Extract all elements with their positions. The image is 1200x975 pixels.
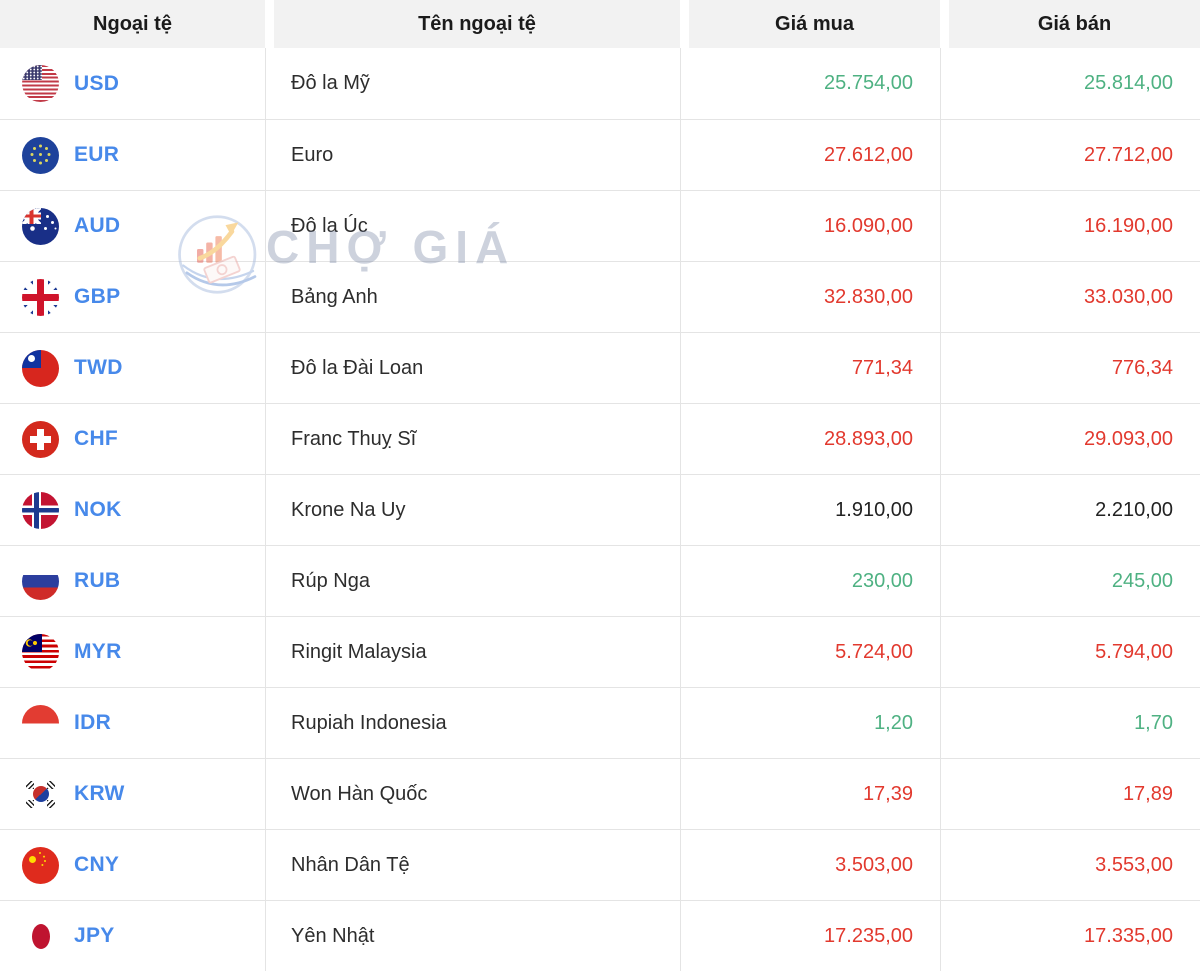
buy-price: 17.235,00: [680, 900, 940, 971]
currency-code-cell: AUD: [0, 190, 265, 261]
sell-price: 33.030,00: [940, 261, 1200, 332]
buy-price: 27.612,00: [680, 119, 940, 190]
rub-flag-icon: [22, 562, 59, 600]
aud-flag-icon: [22, 207, 59, 245]
currency-name: Nhân Dân Tệ: [265, 829, 680, 900]
rate-rows: USD Đô la Mỹ 25.754,00 25.814,00 EUR Eur…: [0, 48, 1200, 971]
currency-code-link[interactable]: KRW: [74, 782, 125, 806]
currency-name: Franc Thuỵ Sĩ: [265, 403, 680, 474]
currency-code-link[interactable]: GBP: [74, 285, 120, 309]
twd-flag-icon: [22, 349, 59, 387]
sell-price: 16.190,00: [940, 190, 1200, 261]
currency-code-link[interactable]: CHF: [74, 427, 118, 451]
currency-code-link[interactable]: JPY: [74, 924, 115, 948]
currency-code-link[interactable]: IDR: [74, 711, 111, 735]
currency-name: Ringit Malaysia: [265, 616, 680, 687]
currency-code-link[interactable]: RUB: [74, 569, 120, 593]
buy-price: 28.893,00: [680, 403, 940, 474]
table-row: USD Đô la Mỹ 25.754,00 25.814,00: [0, 48, 1200, 119]
table-row: KRW Won Hàn Quốc 17,39 17,89: [0, 758, 1200, 829]
table-row: NOK Krone Na Uy 1.910,00 2.210,00: [0, 474, 1200, 545]
table-row: CNY Nhân Dân Tệ 3.503,00 3.553,00: [0, 829, 1200, 900]
col-header-buy-price: Giá mua: [680, 0, 940, 48]
currency-name: Rúp Nga: [265, 545, 680, 616]
buy-price: 3.503,00: [680, 829, 940, 900]
currency-code-cell: USD: [0, 48, 265, 119]
currency-name: Bảng Anh: [265, 261, 680, 332]
sell-price: 17,89: [940, 758, 1200, 829]
table-row: GBP Bảng Anh 32.830,00 33.030,00: [0, 261, 1200, 332]
table-row: CHF Franc Thuỵ Sĩ 28.893,00 29.093,00: [0, 403, 1200, 474]
exchange-rate-table: Ngoại tệ Tên ngoại tệ Giá mua Giá bán US…: [0, 0, 1200, 971]
currency-code-cell: CHF: [0, 403, 265, 474]
currency-name: Đô la Đài Loan: [265, 332, 680, 403]
currency-code-cell: GBP: [0, 261, 265, 332]
buy-price: 1,20: [680, 687, 940, 758]
buy-price: 5.724,00: [680, 616, 940, 687]
table-row: IDR Rupiah Indonesia 1,20 1,70: [0, 687, 1200, 758]
chf-flag-icon: [22, 420, 59, 458]
sell-price: 5.794,00: [940, 616, 1200, 687]
currency-code-link[interactable]: USD: [74, 72, 119, 96]
col-header-currency: Ngoại tệ: [0, 0, 265, 48]
sell-price: 27.712,00: [940, 119, 1200, 190]
sell-price: 245,00: [940, 545, 1200, 616]
currency-name: Đô la Úc: [265, 190, 680, 261]
currency-code-link[interactable]: TWD: [74, 356, 123, 380]
currency-name: Euro: [265, 119, 680, 190]
currency-code-cell: CNY: [0, 829, 265, 900]
krw-flag-icon: [22, 775, 59, 813]
col-header-sell-price: Giá bán: [940, 0, 1200, 48]
buy-price: 771,34: [680, 332, 940, 403]
cny-flag-icon: [22, 846, 59, 884]
currency-name: Krone Na Uy: [265, 474, 680, 545]
buy-price: 32.830,00: [680, 261, 940, 332]
buy-price: 17,39: [680, 758, 940, 829]
currency-code-cell: MYR: [0, 616, 265, 687]
col-header-currency-name: Tên ngoại tệ: [265, 0, 680, 48]
table-row: MYR Ringit Malaysia 5.724,00 5.794,00: [0, 616, 1200, 687]
buy-price: 25.754,00: [680, 48, 940, 119]
sell-price: 17.335,00: [940, 900, 1200, 971]
gbp-flag-icon: [22, 278, 59, 316]
currency-code-link[interactable]: EUR: [74, 143, 119, 167]
sell-price: 25.814,00: [940, 48, 1200, 119]
nok-flag-icon: [22, 491, 59, 529]
currency-code-link[interactable]: MYR: [74, 640, 122, 664]
buy-price: 1.910,00: [680, 474, 940, 545]
currency-code-cell: JPY: [0, 900, 265, 971]
currency-code-link[interactable]: AUD: [74, 214, 120, 238]
buy-price: 230,00: [680, 545, 940, 616]
currency-name: Rupiah Indonesia: [265, 687, 680, 758]
jpy-flag-icon: [22, 917, 59, 955]
currency-code-cell: TWD: [0, 332, 265, 403]
currency-name: Yên Nhật: [265, 900, 680, 971]
table-row: JPY Yên Nhật 17.235,00 17.335,00: [0, 900, 1200, 971]
table-header-row: Ngoại tệ Tên ngoại tệ Giá mua Giá bán: [0, 0, 1200, 48]
currency-name: Won Hàn Quốc: [265, 758, 680, 829]
currency-code-cell: EUR: [0, 119, 265, 190]
sell-price: 1,70: [940, 687, 1200, 758]
table-row: EUR Euro 27.612,00 27.712,00: [0, 119, 1200, 190]
buy-price: 16.090,00: [680, 190, 940, 261]
sell-price: 29.093,00: [940, 403, 1200, 474]
sell-price: 3.553,00: [940, 829, 1200, 900]
currency-code-cell: IDR: [0, 687, 265, 758]
currency-code-cell: NOK: [0, 474, 265, 545]
table-row: TWD Đô la Đài Loan 771,34 776,34: [0, 332, 1200, 403]
currency-code-cell: RUB: [0, 545, 265, 616]
table-row: RUB Rúp Nga 230,00 245,00: [0, 545, 1200, 616]
sell-price: 776,34: [940, 332, 1200, 403]
currency-name: Đô la Mỹ: [265, 48, 680, 119]
table-row: AUD Đô la Úc 16.090,00 16.190,00: [0, 190, 1200, 261]
currency-code-cell: KRW: [0, 758, 265, 829]
exchange-rate-screen: Ngoại tệ Tên ngoại tệ Giá mua Giá bán US…: [0, 0, 1200, 975]
idr-flag-icon: [22, 704, 59, 742]
eur-flag-icon: [22, 136, 59, 174]
usd-flag-icon: [22, 65, 59, 102]
currency-code-link[interactable]: CNY: [74, 853, 119, 877]
currency-code-link[interactable]: NOK: [74, 498, 122, 522]
sell-price: 2.210,00: [940, 474, 1200, 545]
myr-flag-icon: [22, 633, 59, 671]
